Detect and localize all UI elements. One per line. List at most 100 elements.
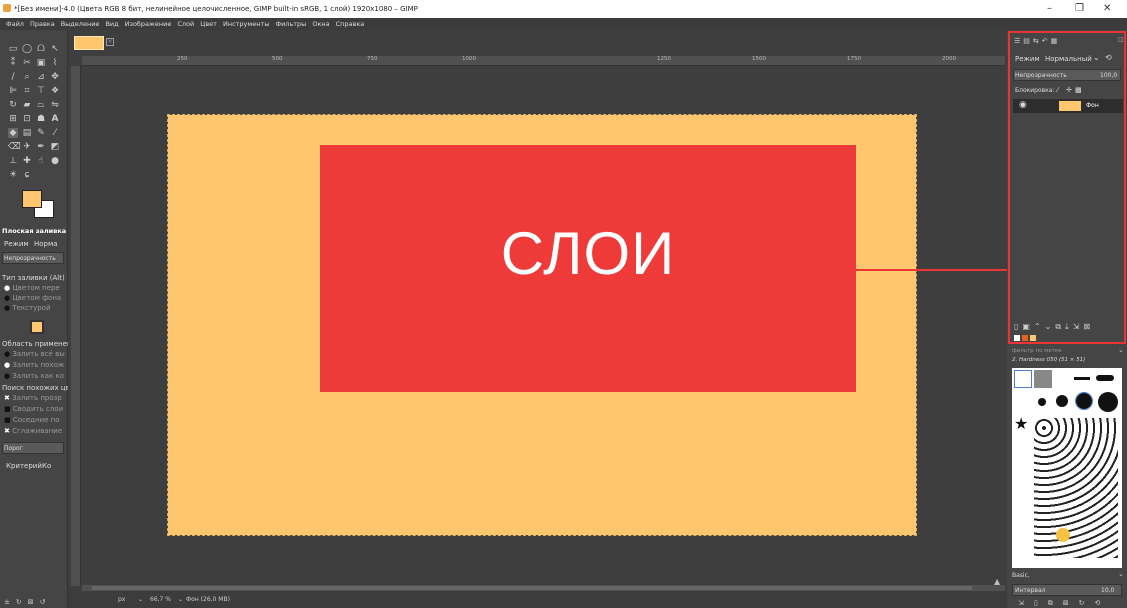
dodge-icon[interactable]: ☀ <box>8 170 18 180</box>
bucket-fill-icon[interactable]: ◆ <box>8 128 18 138</box>
foreground-select-icon[interactable]: ▣ <box>36 58 46 68</box>
paintbrush-icon[interactable]: ⁄ <box>50 128 60 138</box>
layer-row[interactable]: ◉ Фон <box>1013 99 1123 113</box>
paths-icon[interactable]: ⌇ <box>50 58 60 68</box>
brush-preset[interactable]: Basic, <box>1012 572 1122 582</box>
menu-edit[interactable]: Правка <box>30 18 55 30</box>
rect-select-icon[interactable]: ▭ <box>8 44 18 54</box>
menu-layer[interactable]: Слой <box>177 18 194 30</box>
smudge-icon[interactable]: ☝ <box>36 156 46 166</box>
move-icon[interactable]: ✥ <box>50 72 60 82</box>
mode-value[interactable]: Норма <box>34 240 58 248</box>
vertical-ruler[interactable] <box>71 66 81 586</box>
handle-transform-icon[interactable]: ⊡ <box>22 114 32 124</box>
eye-icon[interactable]: ◉ <box>1019 100 1027 110</box>
area-option-similar[interactable]: ● Залить похож <box>4 361 64 372</box>
check-antialias[interactable]: ✖ Сглаживание <box>4 427 64 438</box>
navigate-icon[interactable]: ▲ <box>994 577 1000 586</box>
star-brush-icon[interactable]: ★ <box>1014 414 1028 433</box>
image-tab-thumbnail[interactable] <box>74 36 104 50</box>
color-picker-icon[interactable]: / <box>8 72 18 82</box>
close-button[interactable]: ✕ <box>1103 3 1111 14</box>
brush-item[interactable] <box>1056 395 1068 407</box>
horizontal-scrollbar[interactable] <box>82 585 1005 591</box>
shear-icon[interactable]: ▰ <box>22 100 32 110</box>
mode-chevron-icon[interactable]: ⌄ <box>1093 53 1100 62</box>
text-tool-icon[interactable]: A <box>50 114 60 124</box>
rotate-icon[interactable]: ↻ <box>8 100 18 110</box>
ellipse-select-icon[interactable]: ◯ <box>22 44 32 54</box>
check-diagonal[interactable]: ■ Соседние по <box>4 416 64 427</box>
bg-swatch-icon[interactable] <box>1022 335 1028 341</box>
preset-chevron-icon[interactable]: ⌄ <box>1118 570 1124 578</box>
close-tab-icon[interactable]: × <box>106 38 114 46</box>
menu-file[interactable]: Файл <box>6 18 24 30</box>
gradient-icon[interactable]: ▤ <box>22 128 32 138</box>
brush-filter[interactable]: фильтр по метке <box>1012 348 1062 354</box>
warp-icon[interactable]: ❖ <box>50 86 60 96</box>
lock-alpha-icon[interactable]: ▩ <box>1075 86 1082 94</box>
unit-chevron-icon[interactable]: ⌄ <box>138 596 143 603</box>
brush-item-yellow[interactable] <box>1056 528 1070 542</box>
pattern-preview[interactable] <box>30 320 44 334</box>
layer-opacity-slider[interactable]: Непрозрачность 100,0 <box>1013 69 1121 81</box>
zoom-chevron-icon[interactable]: ⌄ <box>178 596 183 603</box>
red-rectangle[interactable]: СЛОИ <box>320 145 856 392</box>
menu-image[interactable]: Изображение <box>125 18 172 30</box>
brush-texture-grid[interactable] <box>1034 418 1118 558</box>
brush-item[interactable] <box>1075 392 1093 410</box>
check-fill-transparent[interactable]: ✖ Залить прозр <box>4 394 64 405</box>
zoom-icon[interactable]: ⌕ <box>22 72 32 82</box>
brush-grid[interactable]: ★ <box>1012 368 1122 568</box>
unified-transform-icon[interactable]: ⊤ <box>36 86 46 96</box>
lock-position-icon[interactable]: ✛ <box>1066 86 1072 94</box>
mypaint-icon[interactable]: ◩ <box>50 142 60 152</box>
cage-icon[interactable]: ⊞ <box>8 114 18 124</box>
menu-colors[interactable]: Цвет <box>200 18 217 30</box>
filter-chevron-icon[interactable]: ⌄ <box>1118 346 1124 354</box>
blur-icon[interactable]: ● <box>50 156 60 166</box>
area-option-line[interactable]: ● Залить как ко <box>4 372 64 383</box>
scrollbar-thumb[interactable] <box>92 586 972 590</box>
flip-icon[interactable]: ⇋ <box>50 100 60 110</box>
fill-option-bg[interactable]: ● Цветом фона <box>4 294 64 304</box>
menu-filters[interactable]: Фильтры <box>275 18 306 30</box>
measure-icon[interactable]: ⊿ <box>36 72 46 82</box>
brush-item[interactable] <box>1034 370 1052 388</box>
perspective-icon[interactable]: ⏢ <box>36 100 46 110</box>
lock-pixels-icon[interactable]: ⁄ <box>1057 86 1058 94</box>
clone-icon[interactable]: ⊥ <box>8 156 18 166</box>
brush-item[interactable] <box>1074 377 1090 380</box>
free-select-icon[interactable]: ᗝ <box>36 44 46 54</box>
smudge-2-icon[interactable]: ɕ <box>22 170 32 180</box>
crop-icon[interactable]: ⌗ <box>22 86 32 96</box>
mode-reset-icon[interactable]: ⟲ <box>1105 53 1112 62</box>
brush-item[interactable] <box>1096 375 1114 381</box>
heal-icon[interactable]: ✚ <box>22 156 32 166</box>
brush-action-icons[interactable]: ⇲▯⧉⊠↻⟲ <box>1018 599 1110 608</box>
criterion-value[interactable]: Ко <box>42 462 51 470</box>
pointer-icon[interactable]: ↖ <box>50 44 60 54</box>
menu-select[interactable]: Выделение <box>61 18 100 30</box>
ink-icon[interactable]: ✒ <box>36 142 46 152</box>
minimize-button[interactable]: – <box>1047 3 1052 14</box>
canvas-area[interactable]: × 250 500 750 1000 1250 1500 1750 2000 С… <box>68 30 1007 608</box>
brush-item[interactable] <box>1038 398 1046 406</box>
align-icon[interactable]: ⊫ <box>8 86 18 96</box>
area-option-selection[interactable]: ● Залить всё вы <box>4 350 65 361</box>
menu-windows[interactable]: Окна <box>312 18 329 30</box>
menu-tools[interactable]: Инструменты <box>223 18 270 30</box>
horizontal-ruler[interactable]: 250 500 750 1000 1250 1500 1750 2000 <box>82 56 1005 66</box>
layer-mode-value[interactable]: Нормальный <box>1045 55 1092 63</box>
fg-swatch-icon[interactable] <box>1014 335 1020 341</box>
brush-selected[interactable] <box>1014 370 1032 388</box>
foreground-color-swatch-top[interactable] <box>22 190 42 208</box>
dock-tab-icons[interactable]: ☰▤⇆↶▦ <box>1014 37 1060 45</box>
eraser-icon[interactable]: ⌫ <box>8 142 21 152</box>
maximize-button[interactable]: ❐ <box>1075 3 1084 14</box>
spacing-slider[interactable]: Интервал 10,0 <box>1012 584 1122 596</box>
menu-view[interactable]: Вид <box>105 18 118 30</box>
pencil-icon[interactable]: ✎ <box>36 128 46 138</box>
image-canvas[interactable]: СЛОИ <box>167 114 917 536</box>
zoom-select[interactable]: 66,7 % <box>150 596 171 603</box>
